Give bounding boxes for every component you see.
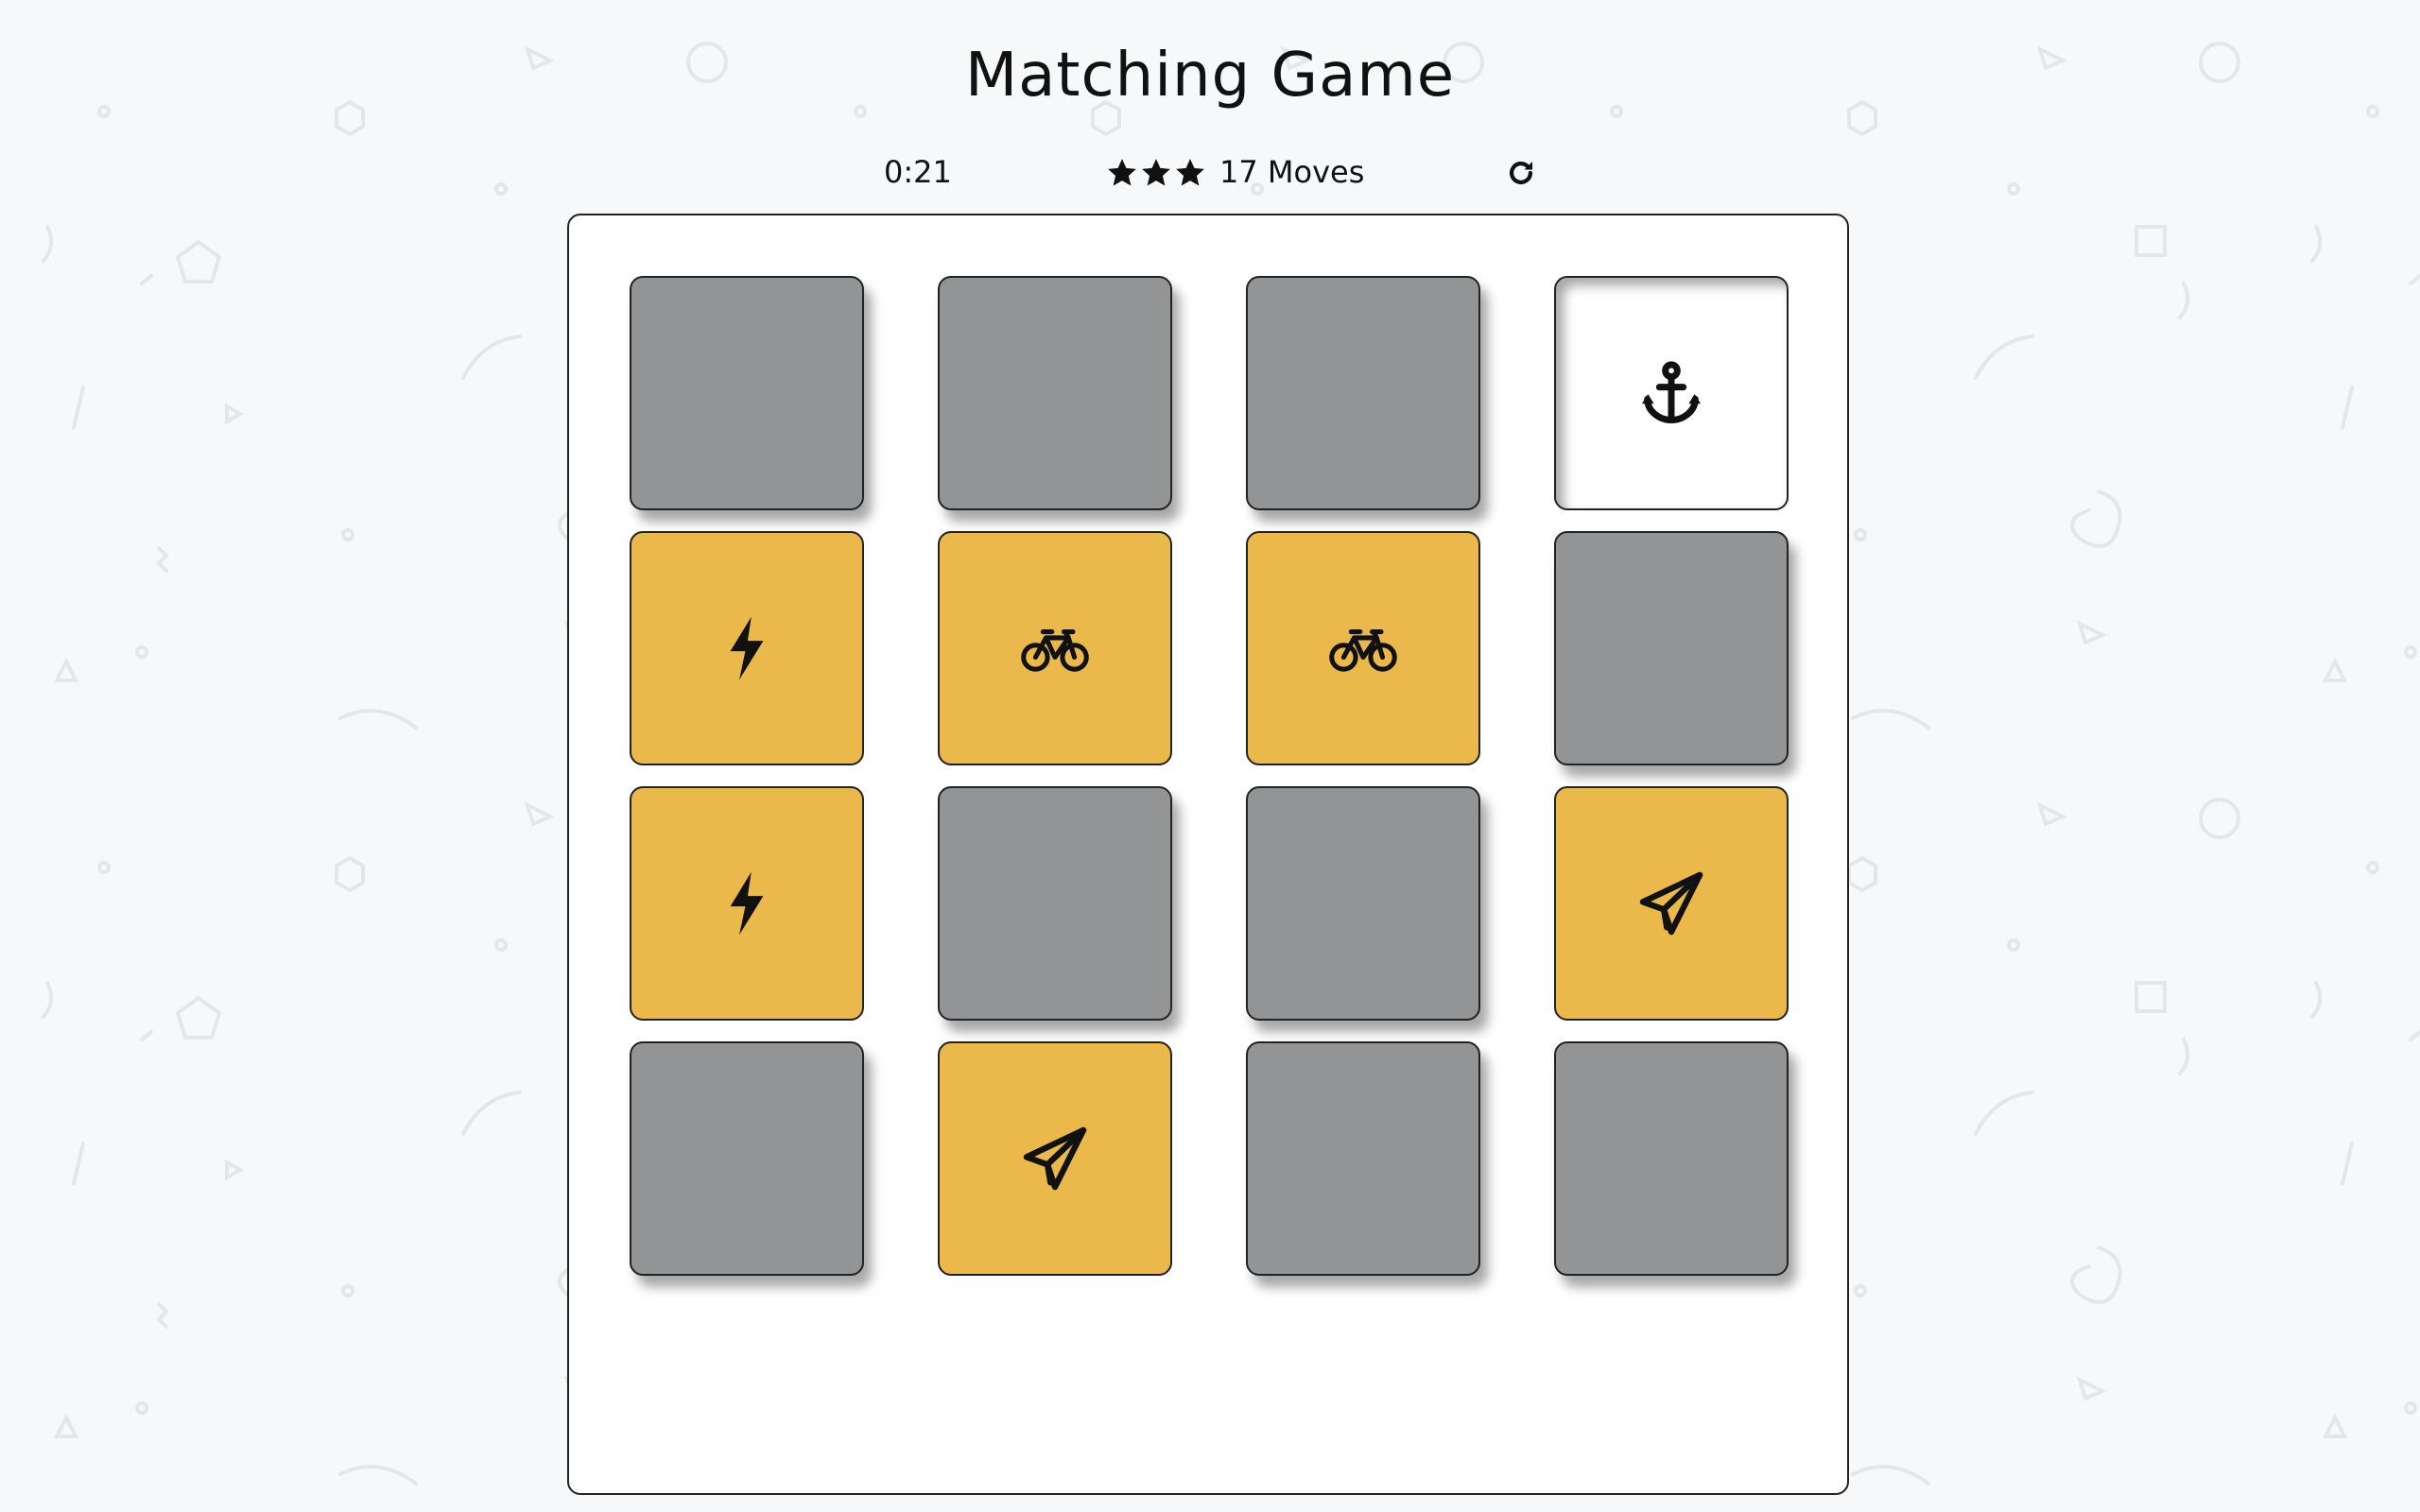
card[interactable] [938,276,1172,510]
card [938,531,1172,765]
bicycle-icon [1021,629,1089,672]
bolt-icon [730,616,764,680]
star-rating [1106,157,1206,189]
bicycle-icon [1329,629,1397,672]
page-title: Matching Game [964,41,1456,111]
card [1554,276,1789,510]
card[interactable] [1246,276,1480,510]
moves-counter: 17 Moves [1219,154,1365,190]
anchor-icon [1641,361,1702,423]
card[interactable] [1246,786,1480,1021]
bolt-icon [730,871,764,936]
paper-plane-icon [1023,1126,1087,1191]
score-panel: 0:21 17 Moves [0,149,2420,195]
card [1246,531,1480,765]
card[interactable] [630,276,864,510]
card[interactable] [938,786,1172,1021]
card [630,786,864,1021]
card [938,1041,1172,1276]
star-icon [1108,159,1136,186]
card[interactable] [1554,1041,1789,1276]
card [1554,786,1789,1021]
paper-plane-icon [1639,871,1703,936]
star-icon [1142,159,1170,186]
star-icon [1176,159,1204,186]
card[interactable] [1246,1041,1480,1276]
timer: 0:21 [884,154,952,190]
card[interactable] [1554,531,1789,765]
restart-icon[interactable] [1505,157,1537,189]
card [630,531,864,765]
card-deck [567,214,1849,1495]
card[interactable] [630,1041,864,1276]
